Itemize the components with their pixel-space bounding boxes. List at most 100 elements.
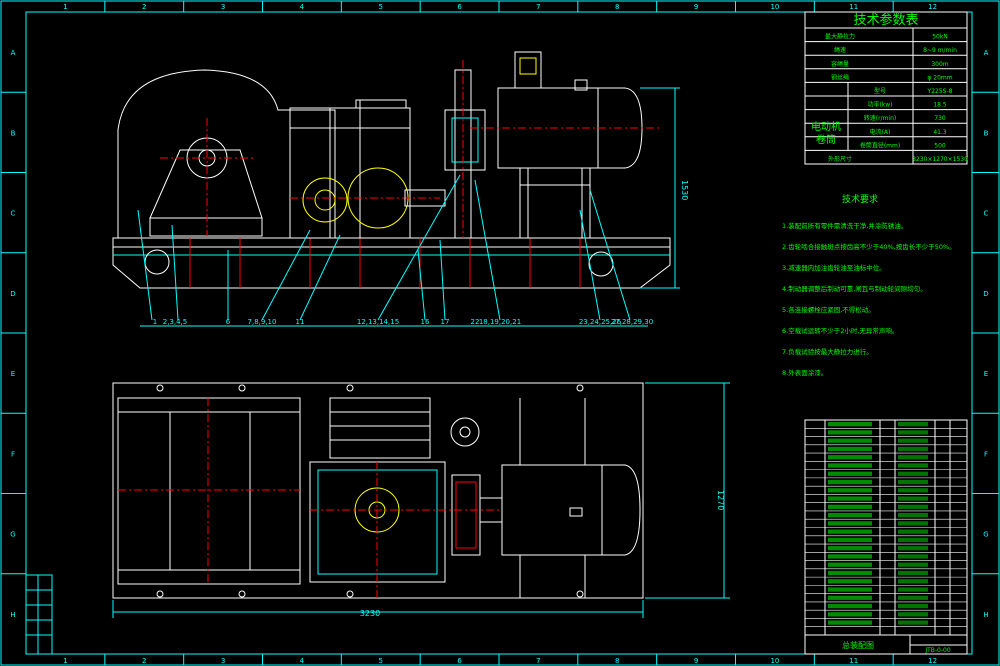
part-code-cell — [828, 496, 872, 501]
part-code-cell — [828, 579, 872, 584]
frame-zone-top: 4 — [300, 3, 305, 11]
frame-zone-top: 12 — [928, 3, 937, 11]
title-block: 总装配图 JTB-0-00 — [804, 634, 968, 655]
tech-req-line: 2.齿轮啮合接触斑点按齿高不少于40%,按齿长不少于50%。 — [782, 242, 956, 251]
param-value: Y225S-8 — [927, 88, 953, 95]
part-code-cell — [828, 512, 872, 518]
callout-label: 11 — [296, 318, 305, 326]
part-code-cell — [828, 422, 872, 427]
motor-group-label: 电动机 — [811, 120, 841, 133]
frame-zone-top: 2 — [142, 3, 146, 11]
part-name-cell — [898, 471, 928, 476]
tech-req-line: 6.空载试运转不少于2小时,无异常声响。 — [782, 326, 898, 335]
param-value: 41.3 — [933, 129, 947, 136]
frame-zone-bottom: 9 — [694, 657, 698, 665]
assembly-drawing: 112233445566778899101011111212A AB BC CD DE E… — [0, 0, 1000, 666]
param-name: 电流(A) — [870, 128, 891, 136]
part-name-cell — [898, 587, 928, 592]
callout-label: 7,8,9,10 — [248, 318, 277, 326]
frame-zone-left: G — [10, 531, 15, 539]
tech-req-lines: 1.装配前所有零件需清洗干净,并涂防锈油。 2.齿轮啮合接触斑点按齿高不少于40%… — [782, 221, 956, 377]
part-name-cell — [898, 496, 928, 501]
callout-labels: 1 2,3,4,5 6 7,8,9,10 11 12,13,14,15 16 17 18,19,… — [153, 318, 653, 326]
part-code-cell — [828, 562, 872, 567]
part-code-cell — [828, 603, 872, 609]
part-name-cell — [898, 455, 928, 460]
frame-zone-top: 1 — [63, 3, 67, 11]
param-value: 50kN — [932, 34, 948, 41]
part-code-cell — [828, 529, 872, 534]
tech-requirements: 技术要求 1.装配前所有零件需清洗干净,并涂防锈油。 2.齿轮啮合接触斑点按齿高不… — [782, 193, 956, 377]
frame-zone-left: D — [10, 290, 15, 298]
frame-zone-left: E — [11, 370, 15, 378]
part-name-cell — [898, 430, 928, 435]
revision-block — [25, 574, 53, 655]
brake-drum — [444, 109, 486, 171]
part-name-cell — [898, 521, 928, 526]
param-value: 18.5 — [933, 102, 947, 109]
tech-req-line: 7.负载试验按最大静拉力进行。 — [782, 347, 873, 356]
part-name-cell — [898, 546, 928, 551]
frame-zone-right: C — [984, 210, 989, 218]
reducer-gear-small — [302, 177, 348, 223]
front-view: 1530 — [112, 51, 689, 289]
callout-label: 6 — [226, 318, 231, 326]
callout-label: 17 — [441, 318, 450, 326]
frame-zone-bottom: 3 — [221, 657, 225, 665]
frame-zone-left: B — [11, 129, 16, 137]
top-view-base — [112, 382, 644, 599]
frame-zone-bottom: 2 — [142, 657, 146, 665]
frame-zone-bottom: 5 — [379, 657, 383, 665]
part-name-cell — [898, 488, 928, 493]
part-name-cell — [898, 595, 928, 600]
part-name-cell — [898, 562, 928, 567]
tech-req-line: 3.减速器内加注齿轮油至油标中位。 — [782, 263, 886, 272]
part-code-cell — [828, 620, 872, 625]
tech-req-title: 技术要求 — [842, 193, 878, 205]
dim-total-height: 1530 — [680, 180, 689, 200]
param-name: 卷筒直径(mm) — [860, 141, 900, 149]
frame-zone-bottom: 7 — [536, 657, 540, 665]
part-code-cell — [828, 570, 872, 576]
frame-zone-top: 8 — [615, 3, 619, 11]
frame-zone-right: G — [983, 531, 988, 539]
drum-group-label: 卷筒 — [816, 133, 836, 146]
part-name-cell — [898, 620, 928, 625]
part-name-cell — [898, 603, 928, 609]
callout-label: 18,19,20,21 — [479, 318, 521, 326]
motor-pedestal — [519, 167, 591, 239]
parts-list-rows — [805, 422, 967, 628]
part-name-cell — [898, 612, 928, 617]
part-code-cell — [828, 446, 872, 452]
frame-zone-top: 10 — [770, 3, 779, 11]
param-value: 3230×1270×1530 — [912, 156, 968, 163]
tech-param-table: 技术参数表 最大静拉力 50kN 绳速 8~9 m/min 容绳量 300m 钢丝绳 φ 20… — [804, 11, 968, 165]
part-code-cell — [828, 546, 872, 551]
param-value: 8~9 m/min — [923, 47, 957, 54]
frame-zone-left: A — [11, 49, 16, 57]
part-name-cell — [898, 529, 928, 534]
tech-req-line: 1.装配前所有零件需清洗干净,并涂防锈油。 — [782, 221, 907, 230]
frame-zone-right: H — [983, 611, 988, 619]
drum-top-view — [117, 397, 301, 585]
dim-total-width: 1270 — [716, 490, 725, 510]
param-name: 功率(kw) — [867, 101, 892, 109]
part-name-cell — [898, 446, 928, 452]
frame-zone-left: C — [11, 210, 16, 218]
callout-label: 12,13,14,15 — [357, 318, 399, 326]
parts-list — [804, 419, 968, 636]
part-code-cell — [828, 595, 872, 600]
part-code-cell — [828, 612, 872, 617]
frame-zone-bottom: 6 — [457, 657, 462, 665]
motor-fan-top — [601, 464, 641, 556]
frame-zone-top: 6 — [457, 3, 462, 11]
frame-zone-right: B — [984, 129, 989, 137]
frame-zone-right: D — [983, 290, 988, 298]
callout-label: 1 — [153, 318, 157, 326]
part-name-cell — [898, 537, 928, 543]
param-name: 转速(r/min) — [864, 114, 897, 122]
param-name: 型号 — [874, 87, 886, 95]
param-value: φ 20mm — [927, 74, 952, 81]
drum-bearing-support — [149, 149, 263, 219]
part-name-cell — [898, 579, 928, 584]
